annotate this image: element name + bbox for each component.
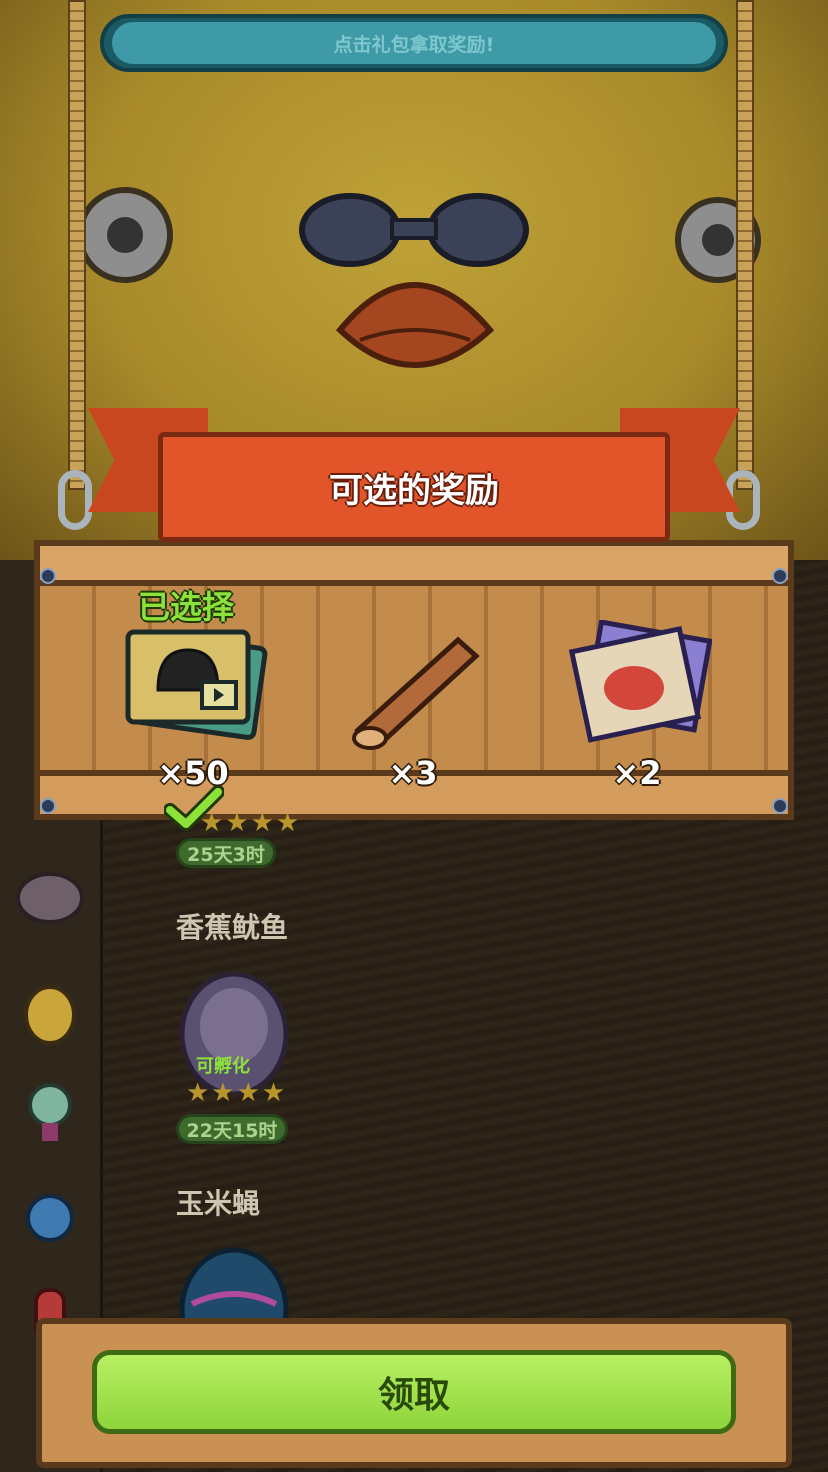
bolt-icon — [772, 798, 788, 814]
left-rope — [68, 0, 86, 490]
reward-count: ×3 — [388, 754, 438, 792]
egg-icon[interactable] — [178, 1244, 290, 1324]
chain-icon — [58, 470, 92, 530]
spiky-creature-icon[interactable] — [10, 860, 90, 930]
bolt-icon — [40, 568, 56, 584]
bolt-icon — [772, 568, 788, 584]
monster-map-scroll-icon — [568, 619, 713, 743]
reward-count: ×2 — [612, 754, 662, 792]
right-rope — [736, 0, 754, 490]
bolt-icon — [40, 798, 56, 814]
claim-button[interactable]: 领取 — [92, 1350, 736, 1434]
video-card-pack-icon — [125, 629, 268, 740]
rewards-banner-title: 可选的奖励 — [158, 432, 670, 542]
bulb-creature-icon[interactable] — [10, 1075, 90, 1145]
timer-badge: 25天3时 — [176, 838, 276, 868]
wooden-log-icon — [352, 636, 480, 750]
reward-option-video-pack[interactable]: ×50 — [118, 620, 268, 792]
timer-badge: 22天15时 — [176, 1114, 288, 1144]
reward-option-monster-map[interactable]: ×2 — [562, 619, 713, 792]
creature-name: 玉米蝇 — [176, 1187, 261, 1220]
pear-creature-icon[interactable] — [10, 975, 90, 1045]
star-rating: ★★★★ — [200, 808, 302, 838]
star-rating: ★★★★ — [186, 1078, 288, 1108]
reward-option-wood-log[interactable]: ×3 — [338, 620, 488, 792]
crate-top-plank — [34, 540, 794, 586]
egg-status: 可孵化 — [196, 1056, 250, 1077]
creature-name: 香蕉鱿鱼 — [176, 911, 289, 944]
snail-creature-icon[interactable] — [10, 1180, 90, 1250]
hint-text: 点击礼包拿取奖励! — [112, 22, 716, 64]
